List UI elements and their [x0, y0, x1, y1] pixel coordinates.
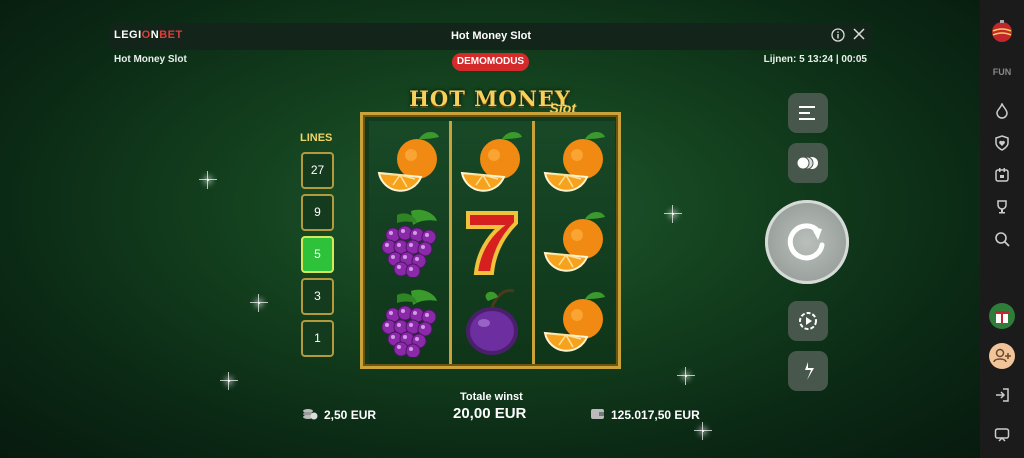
line-option-button[interactable]: 3 — [301, 278, 334, 315]
demo-mode-badge: DEMOMODUS — [452, 53, 529, 71]
spin-button[interactable] — [765, 200, 849, 284]
balance-value: 125.017,50 EUR — [611, 408, 700, 422]
orange-symbol — [541, 127, 609, 197]
gift-avatar-icon[interactable] — [988, 302, 1016, 330]
menu-button[interactable] — [788, 93, 828, 133]
balance-display: 125.017,50 EUR — [591, 408, 700, 422]
spin-icon — [787, 223, 825, 261]
slot-reels — [360, 112, 621, 369]
coin-stack-icon — [303, 409, 318, 420]
seven-symbol — [458, 207, 526, 277]
coins-button[interactable] — [788, 143, 828, 183]
coins-icon — [797, 156, 818, 170]
lines-label: LINES — [300, 132, 333, 144]
orange-symbol — [458, 127, 526, 197]
game-header-bar: LEGIONBET Hot Money Slot — [110, 23, 872, 50]
line-option-button[interactable]: 27 — [301, 152, 334, 189]
autoplay-icon — [799, 312, 817, 330]
wallet-icon — [591, 409, 604, 419]
menu-icon — [799, 106, 815, 120]
turbo-icon — [805, 362, 814, 380]
bet-value: 2,50 EUR — [324, 408, 377, 422]
orange-symbol — [541, 207, 609, 277]
login-icon[interactable] — [992, 385, 1012, 405]
orange-symbol — [541, 287, 609, 357]
close-icon[interactable] — [851, 28, 867, 44]
calendar-icon[interactable] — [992, 165, 1012, 185]
line-option-button-selected[interactable]: 5 — [301, 236, 334, 273]
flame-icon[interactable] — [992, 101, 1012, 121]
sparkle-decoration — [199, 171, 217, 189]
turbo-button[interactable] — [788, 351, 828, 391]
game-title: Hot Money Slot — [450, 30, 532, 42]
game-name-label: Hot Money Slot — [114, 54, 187, 65]
shield-heart-icon[interactable] — [992, 133, 1012, 153]
orange-symbol — [375, 127, 443, 197]
chat-icon[interactable] — [992, 425, 1012, 445]
bet-display[interactable]: 2,50 EUR — [302, 408, 376, 422]
grapes-symbol — [375, 207, 443, 279]
grapes-symbol — [375, 287, 443, 359]
win-label: Totale winst — [460, 391, 523, 403]
site-side-rail: FUN — [980, 0, 1024, 458]
autoplay-button[interactable] — [788, 301, 828, 341]
search-icon[interactable] — [992, 229, 1012, 249]
line-option-button[interactable]: 9 — [301, 194, 334, 231]
sparkle-decoration — [220, 372, 238, 390]
info-icon[interactable] — [830, 28, 846, 44]
status-readout: Lijnen: 5 13:24 | 00:05 — [763, 54, 867, 65]
sparkle-decoration — [250, 294, 268, 312]
fun-mode-label: FUN — [992, 67, 1012, 77]
trophy-icon[interactable] — [992, 197, 1012, 217]
sparkle-decoration — [677, 367, 695, 385]
sparkle-decoration — [664, 205, 682, 223]
ornament-icon[interactable] — [989, 18, 1015, 44]
line-option-button[interactable]: 1 — [301, 320, 334, 357]
plum-symbol — [458, 287, 526, 357]
win-value: 20,00 EUR — [453, 405, 527, 422]
add-user-icon[interactable] — [988, 342, 1016, 370]
sparkle-decoration — [694, 422, 712, 440]
